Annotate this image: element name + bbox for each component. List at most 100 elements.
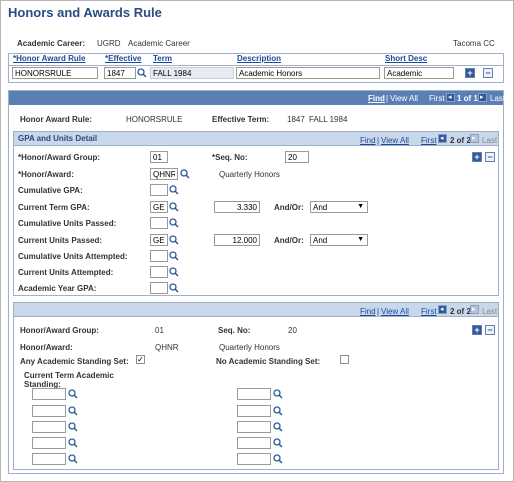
current-term-gpa-op-input[interactable] [150,201,168,213]
col-short-desc[interactable]: Short Desc [385,54,427,64]
standing-set-input[interactable] [32,405,66,417]
standing-set-lookup-icon[interactable] [273,389,283,399]
standing-prev-icon[interactable]: ◂ [438,305,447,314]
cumulative-units-attempted-label: Cumulative Units Attempted: [18,252,128,261]
honor-award-label: *Honor/Award: [18,170,74,179]
standing-group-label: Honor/Award Group: [20,326,99,335]
no-standing-checkbox[interactable] [340,355,349,364]
andor-select-1-value: And [313,203,328,212]
honor-award-input[interactable] [150,168,178,180]
standing-set-input[interactable] [32,437,66,449]
cumulative-gpa-op-input[interactable] [150,184,168,196]
standing-set-input[interactable] [237,405,271,417]
standing-add-button[interactable]: + [472,325,482,335]
chevron-down-icon: ▼ [357,203,364,210]
institution-name: Tacoma CC [453,39,495,48]
current-units-attempted-lookup-icon[interactable] [169,267,179,277]
andor-select-2-value: And [313,236,328,245]
andor-select-2[interactable]: And ▼ [310,234,368,246]
current-units-attempted-op-input[interactable] [150,266,168,278]
andor-select-1[interactable]: And ▼ [310,201,368,213]
academic-year-gpa-op-input[interactable] [150,282,168,294]
gpa-view-all-link[interactable]: View All [381,136,409,145]
current-term-gpa-lookup-icon[interactable] [169,202,179,212]
standing-first-link[interactable]: First [421,307,437,316]
effective-term-input[interactable] [104,67,136,79]
academic-year-gpa-lookup-icon[interactable] [169,283,179,293]
effective-term-lookup-icon[interactable] [137,68,147,78]
standing-set-input[interactable] [237,453,271,465]
current-units-passed-label: Current Units Passed: [18,236,103,245]
current-standing-label-line1: Current Term Academic [24,371,114,380]
standing-set-input[interactable] [32,388,66,400]
col-description[interactable]: Description [237,54,281,64]
honor-award-group-input[interactable] [150,151,168,163]
chevron-down-icon: ▼ [357,236,364,243]
standing-set-input[interactable] [32,453,66,465]
standing-find-link[interactable]: Find [360,307,376,316]
cumulative-gpa-label: Cumulative GPA: [18,186,83,195]
honor-award-lookup-icon[interactable] [180,169,190,179]
gpa-delete-button[interactable]: − [485,152,495,162]
standing-set-lookup-icon[interactable] [68,422,78,432]
gpa-last-label: Last [482,136,498,145]
standing-set-lookup-icon[interactable] [273,406,283,416]
standing-set-lookup-icon[interactable] [273,422,283,432]
cumulative-units-passed-lookup-icon[interactable] [169,218,179,228]
rule-label: Honor Award Rule: [20,115,93,124]
col-honor-award-rule[interactable]: *Honor Award Rule [13,54,85,64]
current-units-passed-lookup-icon[interactable] [169,235,179,245]
andor-label-2: And/Or: [274,236,304,245]
standing-count: 2 of 2 [450,307,471,316]
seq-no-input[interactable] [285,151,309,163]
standing-set-lookup-icon[interactable] [68,438,78,448]
standing-set-lookup-icon[interactable] [68,454,78,464]
rule-first-label: First [429,94,445,103]
standing-set-lookup-icon[interactable] [68,389,78,399]
rule-view-all-link[interactable]: View All [390,94,418,103]
standing-set-lookup-icon[interactable] [273,454,283,464]
current-units-passed-value-input[interactable] [214,234,260,246]
standing-set-input[interactable] [32,421,66,433]
page-title: Honors and Awards Rule [8,5,162,20]
cumulative-units-attempted-lookup-icon[interactable] [169,251,179,261]
short-desc-input[interactable] [384,67,454,79]
cumulative-units-attempted-op-input[interactable] [150,250,168,262]
gpa-add-button[interactable]: + [472,152,482,162]
cumulative-gpa-lookup-icon[interactable] [169,185,179,195]
gpa-first-link[interactable]: First [421,136,437,145]
current-term-gpa-value-input[interactable] [214,201,260,213]
honor-award-rule-input[interactable] [12,67,98,79]
standing-award-label: Honor/Award: [20,343,73,352]
rule-count: 1 of 1 [457,94,478,103]
rule-find-link[interactable]: Find [368,94,385,103]
col-effective[interactable]: *Effective [105,54,141,64]
standing-delete-button[interactable]: − [485,325,495,335]
rule-prev-icon[interactable]: ◂ [446,93,455,102]
standing-set-input[interactable] [237,421,271,433]
col-term[interactable]: Term [153,54,172,64]
effective-term-desc: FALL 1984 [309,115,348,124]
standing-set-input[interactable] [237,437,271,449]
rule-next-icon[interactable]: ▸ [478,93,487,102]
standing-set-lookup-icon[interactable] [273,438,283,448]
andor-label-1: And/Or: [274,203,304,212]
current-units-passed-op-input[interactable] [150,234,168,246]
standing-view-all-link[interactable]: View All [381,307,409,316]
gpa-prev-icon[interactable]: ◂ [438,134,447,143]
delete-row-button[interactable]: − [483,68,493,78]
description-input[interactable] [236,67,380,79]
standing-set-input[interactable] [237,388,271,400]
standing-last-label: Last [482,307,498,316]
gpa-count: 2 of 2 [450,136,471,145]
effective-term-label: Effective Term: [212,115,270,124]
any-standing-checkbox[interactable]: ✓ [136,355,145,364]
gpa-units-title: GPA and Units Detail [18,134,98,143]
cumulative-units-passed-op-input[interactable] [150,217,168,229]
gpa-find-link[interactable]: Find [360,136,376,145]
standing-set-lookup-icon[interactable] [68,406,78,416]
standing-award-desc: Quarterly Honors [219,343,280,352]
gpa-next-icon: ▸ [470,134,479,143]
add-row-button[interactable]: + [465,68,475,78]
grid-header-divider [9,65,503,66]
